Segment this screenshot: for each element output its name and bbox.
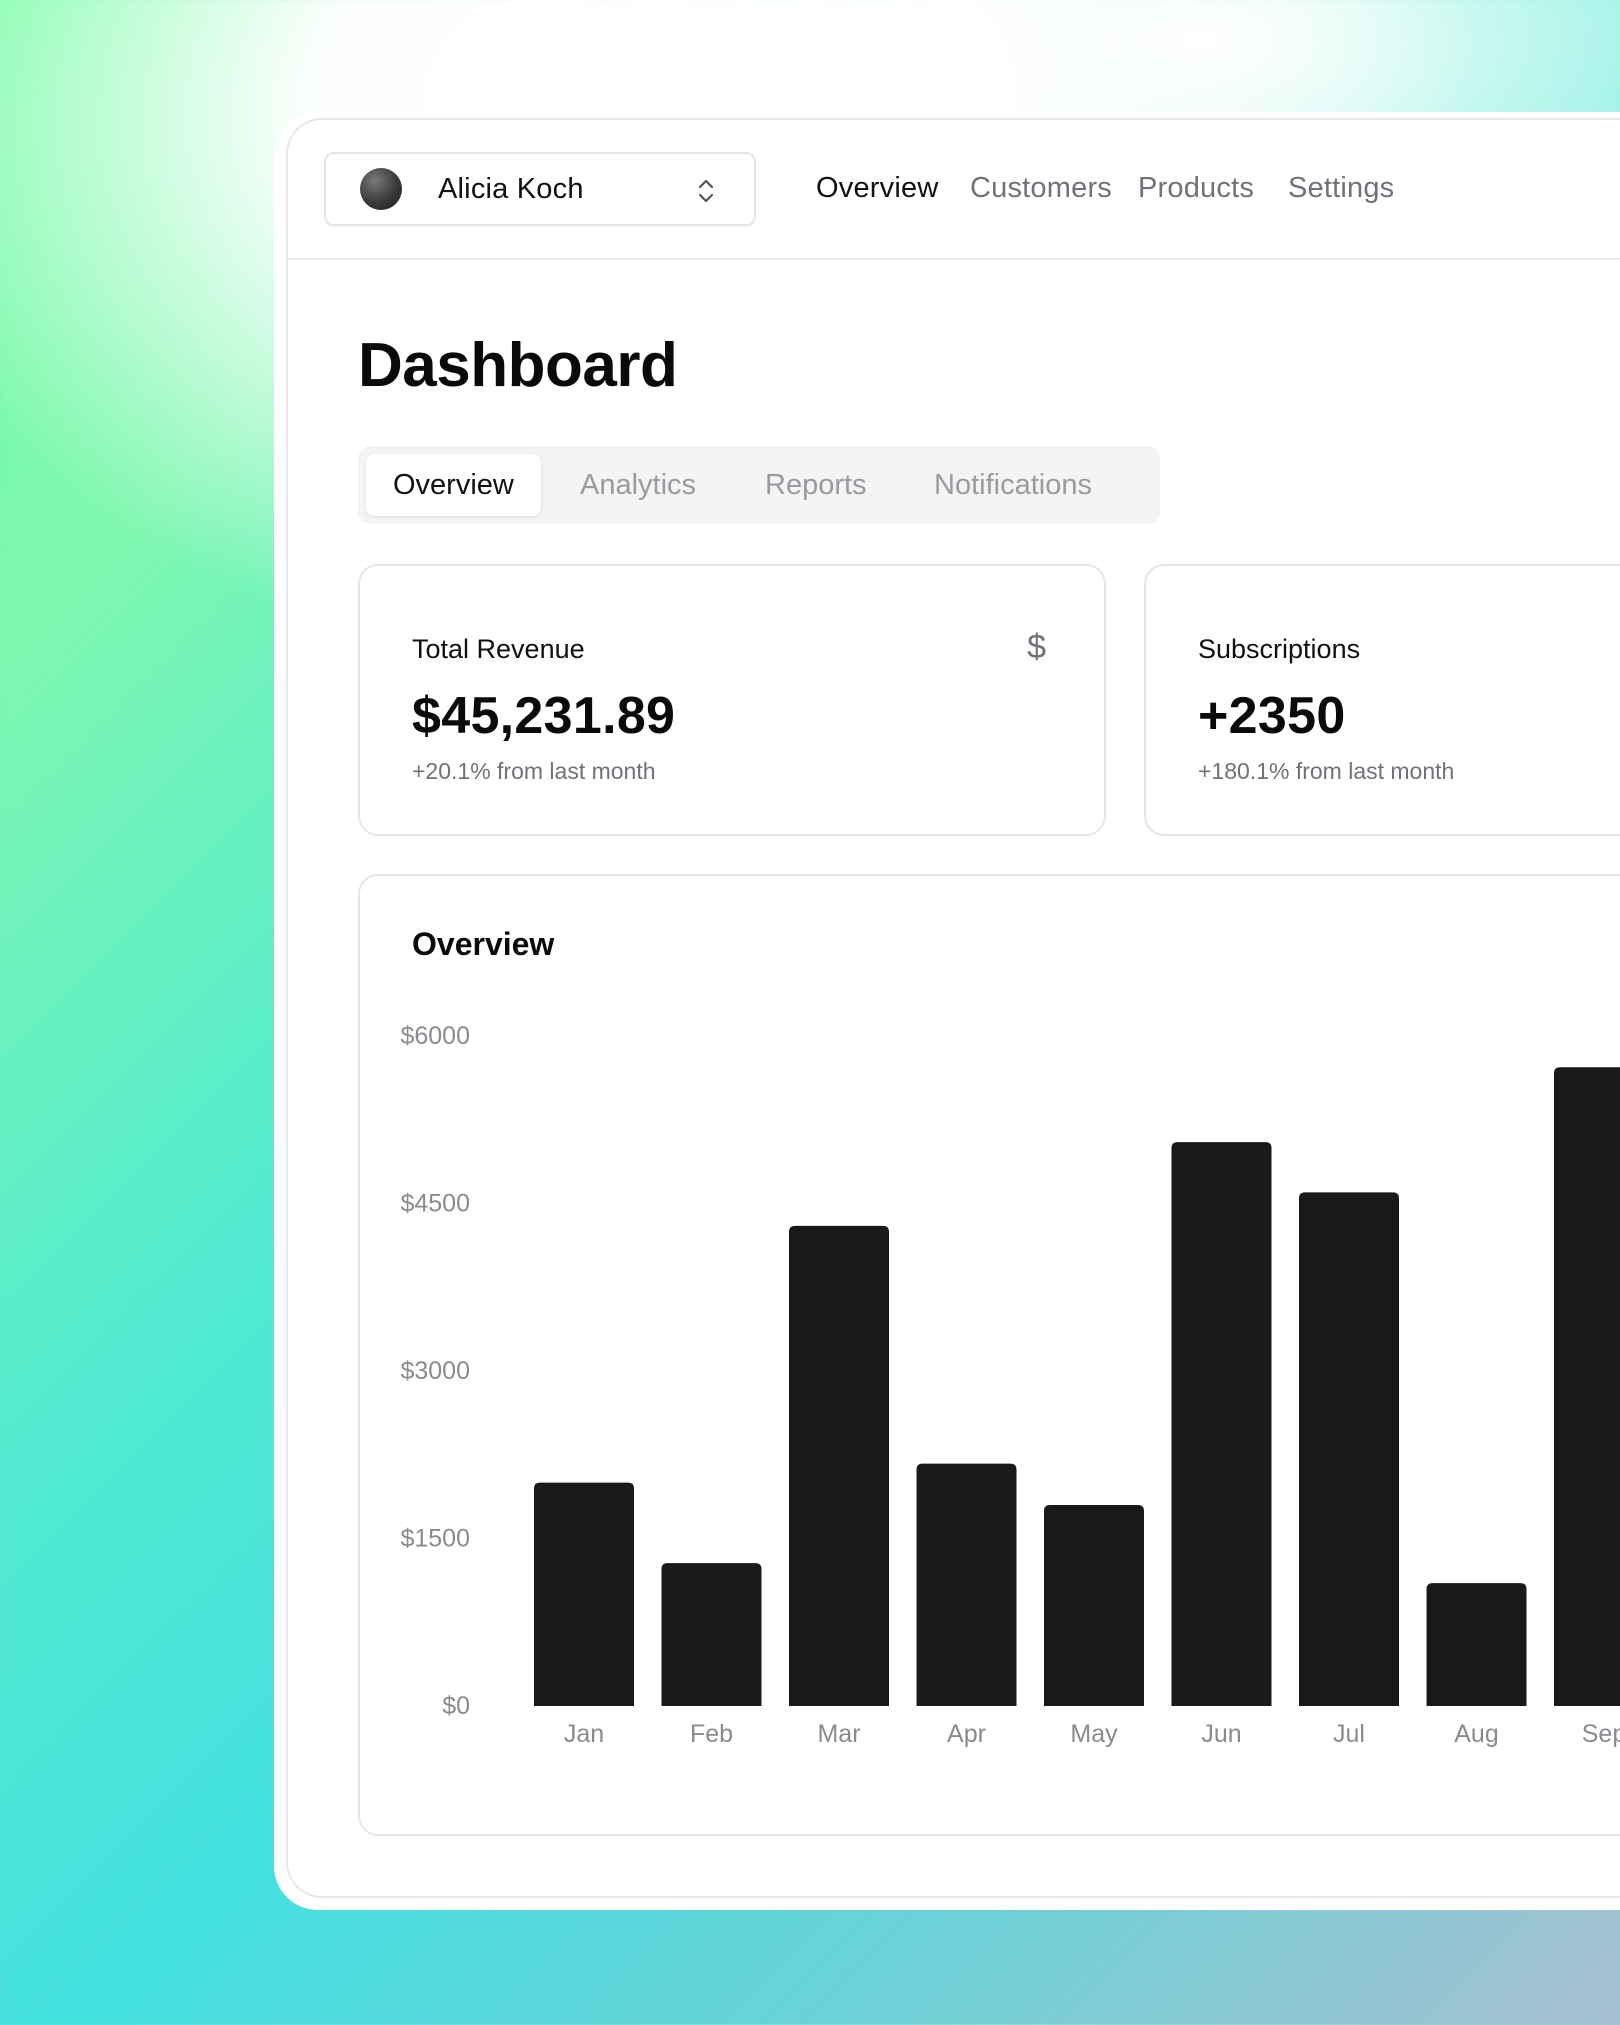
- bar-jul[interactable]: [1299, 1192, 1399, 1706]
- account-switcher[interactable]: Alicia Koch: [324, 152, 756, 226]
- y-tick-label: $0: [442, 1692, 470, 1720]
- bar-sep[interactable]: [1554, 1067, 1620, 1706]
- y-tick-label: $1500: [400, 1525, 470, 1553]
- overview-chart-card: Overview $0 $1500 $3000 $4500 $6000 Jan Feb Mar…: [358, 874, 1620, 1836]
- x-tick-label: Mar: [817, 1720, 860, 1748]
- bar-jan[interactable]: [534, 1482, 634, 1706]
- tab-notifications[interactable]: Notifications: [934, 454, 1092, 516]
- x-tick-label: Sep: [1582, 1720, 1620, 1748]
- bar-may[interactable]: [1044, 1505, 1144, 1706]
- bar-aug[interactable]: [1426, 1583, 1527, 1706]
- total-revenue-card: Total Revenue $ $45,231.89 +20.1% from l…: [358, 564, 1106, 836]
- tab-overview[interactable]: Overview: [366, 454, 541, 516]
- x-tick-label: Feb: [690, 1720, 733, 1748]
- bar-mar[interactable]: [789, 1225, 889, 1706]
- bar-jun[interactable]: [1171, 1142, 1272, 1706]
- bar-apr[interactable]: [916, 1463, 1017, 1706]
- app-window: Alicia Koch Overview Customers Products …: [274, 112, 1620, 1910]
- overview-bar-chart: $0 $1500 $3000 $4500 $6000 Jan Feb Mar Apr May Jun…: [400, 1022, 1620, 1748]
- nav-item-customers[interactable]: Customers: [970, 172, 1112, 205]
- stat-value: $45,231.89: [412, 687, 676, 745]
- nav-item-products[interactable]: Products: [1138, 172, 1254, 205]
- x-tick-label: Jun: [1201, 1720, 1241, 1748]
- stat-label: Total Revenue: [412, 634, 585, 664]
- x-tick-label: Jan: [564, 1720, 604, 1748]
- app-frame: Alicia Koch Overview Customers Products …: [286, 118, 1620, 1898]
- stat-value: +2350: [1198, 687, 1346, 745]
- subscriptions-card: Subscriptions +2350 +180.1% from last mo…: [1144, 564, 1620, 836]
- y-tick-label: $3000: [400, 1357, 470, 1385]
- dashboard-tabs: Overview Analytics Reports Notifications: [358, 446, 1160, 524]
- page-title: Dashboard: [358, 331, 678, 400]
- bar-feb[interactable]: [661, 1563, 762, 1706]
- account-name: Alicia Koch: [438, 172, 584, 205]
- y-tick-label: $4500: [400, 1190, 470, 1218]
- x-tick-label: May: [1070, 1720, 1118, 1748]
- tab-reports[interactable]: Reports: [765, 454, 867, 516]
- stat-change: +180.1% from last month: [1198, 758, 1455, 784]
- nav-item-overview[interactable]: Overview: [816, 172, 938, 205]
- avatar: [360, 168, 402, 210]
- chevron-up-down-icon: [698, 179, 714, 203]
- x-tick-label: Jul: [1333, 1720, 1365, 1748]
- dollar-icon: $: [1027, 628, 1046, 666]
- x-tick-label: Aug: [1454, 1720, 1498, 1748]
- tab-analytics[interactable]: Analytics: [580, 454, 696, 516]
- top-navigation-bar: Alicia Koch Overview Customers Products …: [288, 120, 1620, 260]
- nav-item-settings[interactable]: Settings: [1288, 172, 1394, 205]
- x-tick-label: Apr: [947, 1720, 986, 1748]
- y-tick-label: $6000: [400, 1022, 470, 1050]
- stat-label: Subscriptions: [1198, 634, 1361, 664]
- stat-change: +20.1% from last month: [412, 758, 656, 784]
